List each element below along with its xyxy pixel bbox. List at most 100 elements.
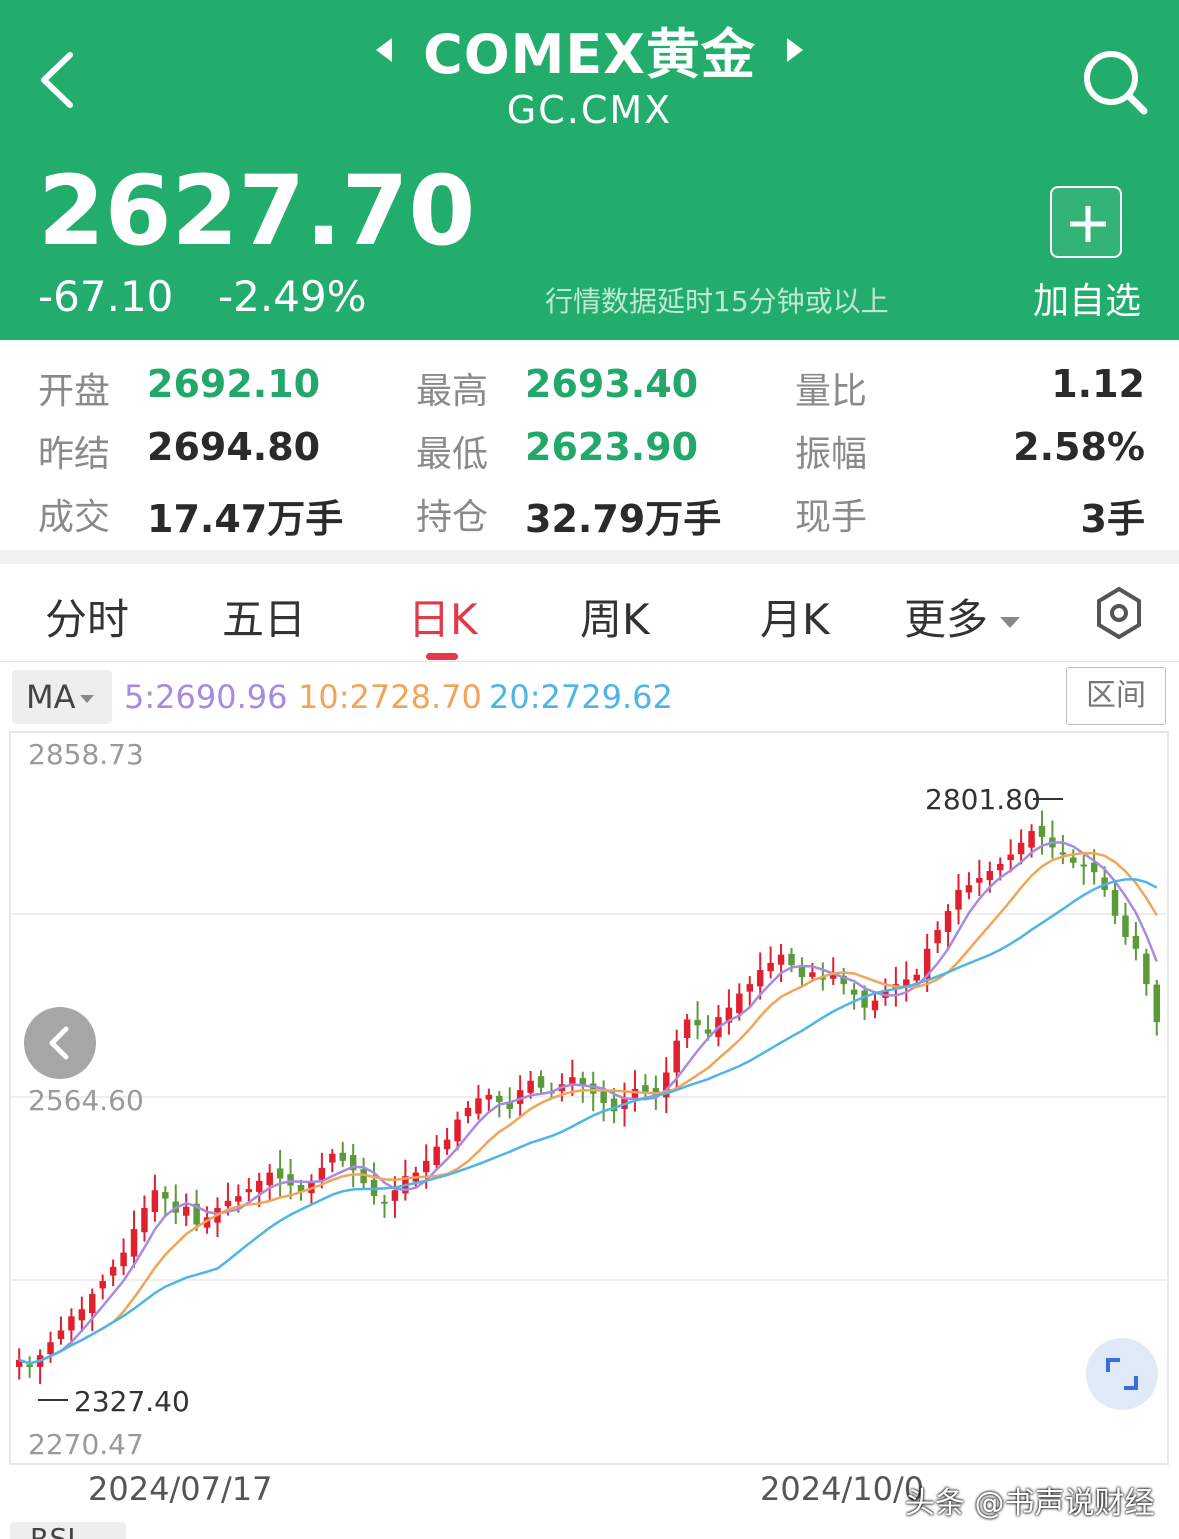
candle-body: [109, 1266, 117, 1276]
candle-body: [683, 1019, 691, 1039]
max-marker-label: 2801.80: [925, 783, 1041, 816]
candle-body: [871, 1000, 879, 1011]
candle-body: [986, 871, 994, 881]
title-row: COMEX黄金: [0, 10, 1179, 89]
expand-icon: [1106, 1358, 1138, 1390]
candle-body: [89, 1293, 96, 1314]
add-watchlist-button[interactable]: [1050, 186, 1122, 258]
candle-body: [788, 953, 795, 966]
quote-stats: 开盘 2692.10 最高 2693.40 量比 1.12 昨结 2694.80…: [0, 340, 1179, 550]
current-hand-value: 3手: [1080, 497, 1145, 541]
candle-body: [955, 889, 962, 910]
period-tabs: 分时 五日 日K 周K 月K 更多: [0, 564, 1179, 662]
chevron-down-icon: [1000, 617, 1021, 628]
candle-body: [391, 1190, 399, 1201]
range-button[interactable]: 区间: [1066, 667, 1166, 725]
candle-body: [78, 1309, 86, 1321]
volume-ratio-label: 量比: [795, 371, 868, 412]
candle-body: [589, 1083, 597, 1094]
add-watchlist-label[interactable]: 加自选: [1033, 272, 1141, 324]
tab-daily-k[interactable]: 日K: [408, 586, 478, 647]
candlestick-chart[interactable]: 2858.73 2564.60 2270.47 2801.80 2327.40: [0, 730, 1179, 1470]
tab-monthly-k[interactable]: 月K: [760, 586, 830, 647]
candle-body: [1153, 984, 1161, 1023]
tab-weekly-k[interactable]: 周K: [580, 586, 650, 647]
candle-body: [318, 1167, 326, 1180]
open-interest-label: 持仓: [416, 497, 489, 538]
candle-body: [256, 1180, 263, 1192]
candle-body: [287, 1174, 294, 1186]
y-tick-bottom: 2270.47: [28, 1428, 144, 1461]
open-value: 2692.10: [147, 362, 321, 406]
watermark: 头条 @书声说财经: [905, 1486, 1155, 1521]
page-title: COMEX黄金: [423, 23, 756, 86]
candle-body: [47, 1342, 54, 1355]
fullscreen-button[interactable]: [1086, 1338, 1158, 1410]
price-change-percent: -2.49%: [218, 272, 367, 321]
ma-lines-group: [18, 841, 1158, 1365]
candle-body: [235, 1196, 242, 1202]
open-label: 开盘: [38, 371, 111, 412]
prev-settle-value: 2694.80: [147, 425, 321, 469]
low-label: 最低: [416, 434, 489, 475]
candle-body: [423, 1160, 430, 1173]
candle-body: [976, 878, 983, 883]
candle-body: [673, 1040, 680, 1073]
candle-body: [1111, 890, 1119, 916]
candle-body: [475, 1098, 482, 1114]
candle-body: [537, 1076, 545, 1088]
candle-body: [464, 1107, 472, 1117]
candle-body: [527, 1080, 534, 1093]
tab-intraday[interactable]: 分时: [45, 586, 129, 647]
scroll-left-button[interactable]: [24, 1007, 96, 1079]
candle-body: [934, 929, 941, 944]
open-interest-value: 32.79万手: [525, 497, 722, 541]
sub-indicator-tab[interactable]: RSI: [10, 1522, 126, 1539]
candle-body: [329, 1153, 336, 1163]
candle-body: [694, 1019, 701, 1026]
candle-body: [276, 1168, 284, 1179]
indicator-label: MA: [26, 678, 76, 716]
candle-body: [1017, 842, 1025, 855]
min-marker-label: 2327.40: [74, 1385, 190, 1418]
settings-icon[interactable]: [1094, 585, 1144, 641]
candle-body: [182, 1206, 190, 1216]
candle-body: [1007, 854, 1014, 861]
last-price: 2627.70: [38, 155, 476, 267]
prev-symbol-icon[interactable]: [376, 37, 392, 62]
candle-body: [997, 863, 1004, 871]
ma20-line: [18, 878, 1158, 1365]
tab-more[interactable]: 更多: [904, 586, 1021, 647]
search-icon[interactable]: [1078, 45, 1153, 120]
ma5-value: 5:2690.96: [124, 678, 288, 716]
candle-body: [1132, 935, 1140, 949]
candle-body: [965, 885, 973, 893]
ma10-value: 10:2728.70: [298, 678, 482, 716]
indicator-selector[interactable]: MA: [12, 670, 112, 724]
y-tick-mid: 2564.60: [28, 1084, 144, 1117]
candle-body: [339, 1152, 346, 1161]
volume-value: 17.47万手: [147, 497, 344, 541]
candle-body: [913, 974, 920, 981]
candle-body: [1122, 915, 1129, 937]
candle-body: [569, 1077, 576, 1084]
section-divider: [0, 550, 1179, 564]
candle-body: [756, 969, 764, 987]
low-value: 2623.90: [525, 425, 699, 469]
chevron-left-icon: [49, 1026, 69, 1060]
prev-settle-label: 昨结: [38, 434, 111, 475]
candle-body: [454, 1119, 461, 1142]
candle-body: [443, 1139, 451, 1150]
tab-five-day[interactable]: 五日: [222, 586, 306, 647]
candle-body: [1143, 953, 1150, 985]
current-hand-label: 现手: [795, 497, 868, 538]
tab-more-label: 更多: [904, 595, 989, 644]
quote-header: COMEX黄金 GC.CMX 2627.70 -67.10 -2.49% 行情数…: [0, 0, 1179, 340]
candle-body: [99, 1280, 106, 1289]
candle-body: [736, 993, 743, 1014]
ma20-value: 20:2729.62: [489, 678, 673, 716]
next-symbol-icon[interactable]: [786, 37, 803, 62]
candle-body: [809, 972, 816, 977]
candle-body: [151, 1190, 159, 1213]
ma5-line: [18, 841, 1158, 1365]
